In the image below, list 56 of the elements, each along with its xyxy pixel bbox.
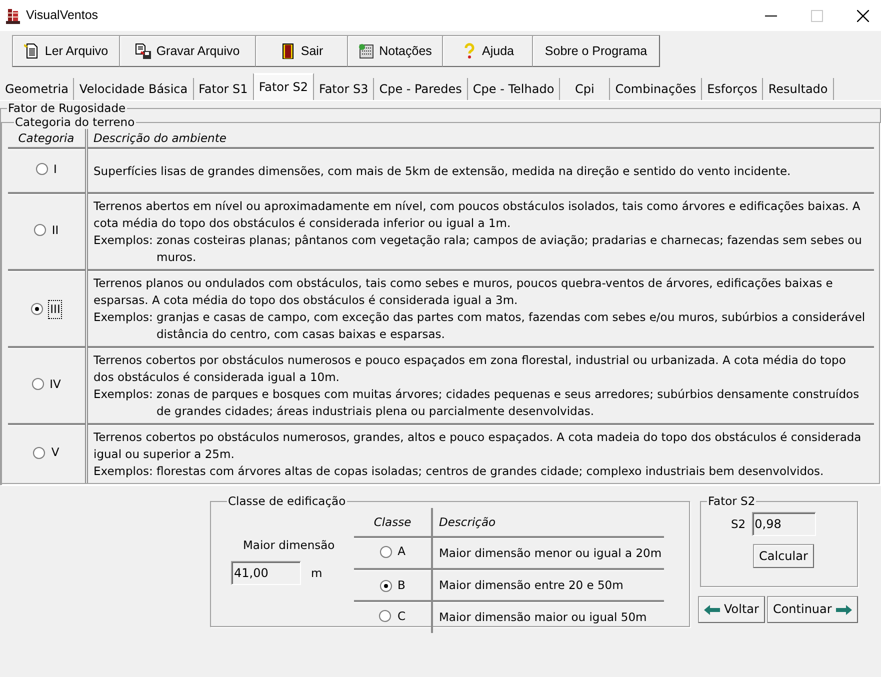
field-label: S2 (731, 516, 746, 532)
examples-label: Exemplos: (94, 232, 154, 249)
description-text: Maior dimensão entre 20 e 50m (439, 578, 624, 592)
exit-door-icon (280, 43, 296, 59)
close-icon[interactable] (857, 10, 869, 22)
category-radio[interactable]: IV (32, 376, 61, 393)
group-title: Fator S2 (707, 494, 756, 508)
column-header: Categoria (8, 129, 86, 148)
description-text: Maior dimensão menor ou igual a 20m (439, 546, 662, 560)
examples-label: Exemplos: (94, 463, 154, 480)
category-radio[interactable]: III (31, 300, 62, 318)
tab[interactable]: Fator S2 (252, 73, 314, 100)
examples-label: Exemplos: (94, 386, 154, 403)
description-text: Terrenos planos ou ondulados com obstáculos, tais como sebes e muros, poucos quebra-ventos de árvores, edificações baixas e esparsas. A cota média do topo dos obstáculos é considerada igual a 3m. (94, 275, 834, 309)
toolbar-button[interactable]: Sobre o Programa (532, 35, 660, 67)
group-title: Categoria do terreno (14, 115, 136, 129)
examples-text: florestas com árvores altas de copas isoladas; centros de grandes cidade; complexo industriais bem desenvolvidos. (156, 463, 824, 480)
field-label: Maior dimensão (243, 537, 336, 554)
dimension-field[interactable]: 41,00 (231, 561, 301, 585)
save-icon (135, 43, 152, 59)
app-logo-icon (6, 8, 20, 24)
toolbar-button[interactable]: Sair (255, 35, 348, 67)
category-radio[interactable]: II (34, 222, 59, 239)
window-title: VisualVentos (26, 7, 100, 24)
result-field[interactable]: 0,98 (752, 512, 816, 536)
examples-text: zonas costeiras planas; pântanos com vegetação rala; campos de aviação; pradarias e charnecas; fazendas sem sebes ou muros. (156, 232, 863, 266)
right-arrow-icon (836, 604, 852, 616)
column-header: Classe (354, 508, 432, 537)
examples-text: zonas de parques e bosques com muitas árvores; cidades pequenas e seus arredores; subúrbios densamente construídos de grandes cidades; áreas industriais plena ou parcialmente desenvolvidas. (156, 386, 860, 420)
examples-text: granjas e casas de campo, com exceção das partes com matos, fazendas com sebes e/ou muros, subúrbios a considerável distância do centro, com casas baixas e esparsas. (156, 309, 866, 343)
notes-icon (358, 43, 374, 59)
toolbar-button[interactable]: Ajuda (442, 35, 533, 67)
category-radio[interactable]: V (33, 444, 60, 462)
nav-button[interactable]: Voltar (698, 596, 765, 623)
toolbar-button[interactable]: Gravar Arquivo (119, 35, 256, 67)
toolbar-button[interactable]: Ler Arquivo (12, 35, 120, 67)
description-text: Terrenos cobertos por obstáculos numerosos e pouco espaçados em zona florestal, industrial ou urbanizada. A cota média do topo dos obstáculos é considerada igual a 10m. (94, 352, 847, 386)
calculate-button[interactable]: Calcular (753, 544, 814, 568)
left-arrow-icon (704, 604, 720, 616)
class-radio[interactable]: A (380, 543, 406, 560)
class-radio[interactable]: B (380, 577, 406, 594)
document-icon (24, 43, 40, 59)
column-header: Descrição do ambiente (86, 129, 874, 148)
group-title: Classe de edificação (227, 494, 347, 508)
description-text: Maior dimensão maior ou igual 50m (439, 610, 647, 624)
examples-label: Exemplos: (94, 309, 154, 326)
category-radio[interactable]: I (36, 160, 57, 178)
group-title: Fator de Rugosidade (7, 101, 127, 115)
description-text: Superfícies lisas de grandes dimensões, com mais de 5km de extensão, medida na direção e sentido do vento incidente. (94, 162, 792, 180)
class-radio[interactable]: C (379, 608, 406, 625)
nav-button[interactable]: Continuar (766, 596, 858, 623)
column-header: Descrição (432, 508, 664, 537)
toolbar-button[interactable]: Notações (347, 35, 443, 67)
description-text: Terrenos abertos em nível ou aproximadamente em nível, com poucos obstáculos isolados, tais como árvores e edificações baixas. A cota média do topo dos obstáculos é considerada inferior ou igual a 1m. (94, 198, 862, 232)
description-text: Terrenos cobertos po obstáculos numerosos, grandes, altos e pouco espaçados. A cota madeia do topo dos obstáculos é considerada igual ou superior a 25m. (94, 429, 862, 463)
unit-label: m (311, 564, 322, 582)
